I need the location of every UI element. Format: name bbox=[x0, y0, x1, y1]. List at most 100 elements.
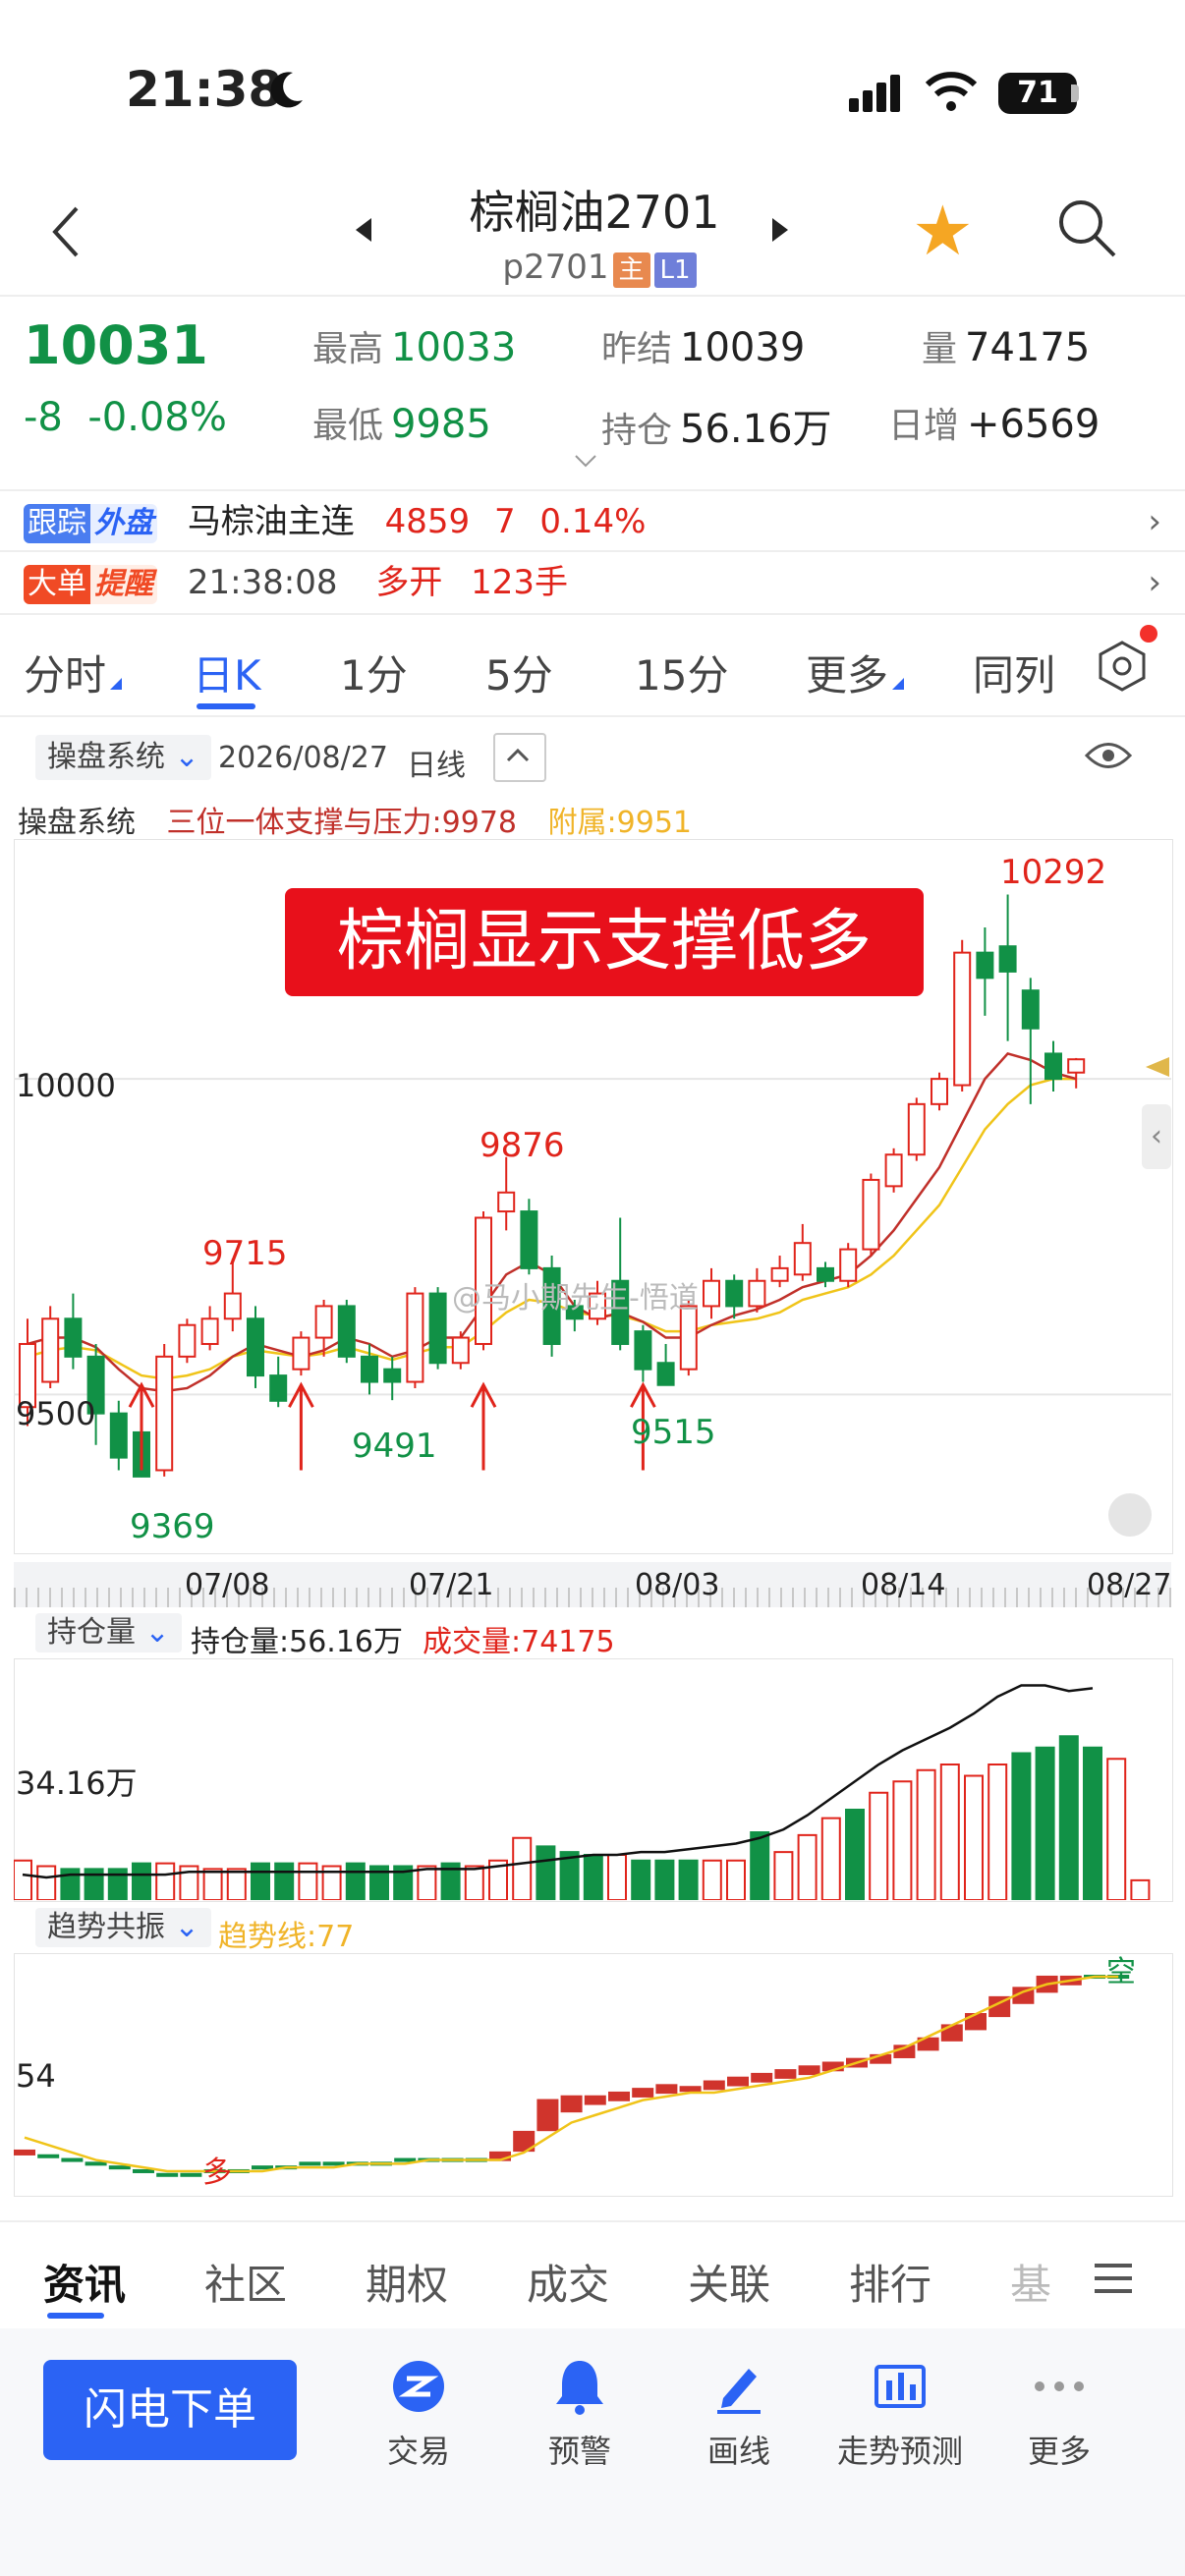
trend-bar bbox=[655, 2084, 678, 2095]
back-arrow-icon[interactable] bbox=[47, 202, 86, 261]
next-contract-arrow[interactable] bbox=[772, 218, 788, 242]
volume-bar bbox=[1083, 1746, 1102, 1900]
trend-bar bbox=[632, 2088, 654, 2098]
volume-bar bbox=[750, 1831, 770, 1900]
volume-bar bbox=[988, 1764, 1008, 1900]
tab-fundamentals[interactable]: 基 bbox=[1010, 2252, 1051, 2312]
overseas-change: 7 bbox=[493, 502, 516, 541]
annotation-9369: 9369 bbox=[130, 1507, 215, 1546]
candle-body bbox=[770, 1266, 789, 1282]
volume-bar bbox=[298, 1862, 318, 1900]
trend-line-label: 趋势线:77 bbox=[218, 1920, 355, 1954]
settings-hexagon-icon[interactable] bbox=[1095, 639, 1150, 694]
trend-bar bbox=[940, 2024, 963, 2042]
tab-ranking[interactable]: 排行 bbox=[849, 2252, 931, 2312]
trend-bar bbox=[798, 2065, 820, 2076]
annotation-high-10292: 10292 bbox=[1000, 853, 1107, 892]
period-tabs: 分时 日K 1分 5分 15分 更多 同列 bbox=[0, 615, 1185, 713]
chart-period: 日线 bbox=[407, 749, 466, 783]
open-interest-chart[interactable] bbox=[14, 1658, 1171, 1900]
low-field: 最低 9985 bbox=[312, 402, 491, 447]
contract-title: 棕榈油2701 bbox=[469, 186, 720, 239]
volume-bar bbox=[916, 1768, 936, 1900]
candle-body bbox=[200, 1317, 219, 1345]
tab-options[interactable]: 期权 bbox=[366, 2252, 448, 2312]
trend-bar bbox=[156, 2172, 179, 2177]
tab-daily-k[interactable]: 日K bbox=[193, 643, 261, 702]
chart-book-icon bbox=[875, 2365, 926, 2408]
high-field: 最高 10033 bbox=[312, 325, 517, 370]
alert-qty: 123手 bbox=[471, 563, 569, 602]
volume-bar bbox=[536, 1845, 556, 1900]
caret-icon bbox=[110, 678, 123, 690]
tab-5min[interactable]: 5分 bbox=[485, 643, 553, 702]
reset-zoom-icon[interactable] bbox=[1108, 1493, 1152, 1537]
tab-same-list[interactable]: 同列 bbox=[973, 643, 1055, 702]
trade-button[interactable]: 交易 bbox=[340, 2354, 497, 2472]
draw-line-button[interactable]: 画线 bbox=[660, 2354, 818, 2472]
volume-bar bbox=[14, 1859, 32, 1900]
more-button[interactable]: 更多 bbox=[981, 2354, 1138, 2472]
candle-body bbox=[247, 1317, 264, 1377]
side-expand-handle[interactable]: ‹ bbox=[1142, 1104, 1171, 1169]
notification-dot bbox=[1140, 625, 1157, 643]
trend-forecast-button[interactable]: 走势预测 bbox=[821, 2354, 979, 2472]
quick-order-button[interactable]: 闪电下单 bbox=[43, 2360, 297, 2460]
annotation-9515: 9515 bbox=[631, 1413, 716, 1452]
volume-bar bbox=[583, 1854, 603, 1900]
tab-community[interactable]: 社区 bbox=[204, 2252, 287, 2312]
candle-body bbox=[428, 1292, 447, 1365]
tab-intraday[interactable]: 分时 bbox=[24, 643, 123, 702]
annotation-9491: 9491 bbox=[352, 1427, 437, 1466]
volume-bar bbox=[702, 1859, 722, 1900]
annotation-9715: 9715 bbox=[202, 1234, 288, 1273]
menu-icon[interactable] bbox=[1095, 2264, 1132, 2293]
tab-related[interactable]: 关联 bbox=[688, 2252, 770, 2312]
pen-icon bbox=[717, 2369, 761, 2414]
previous-contract-arrow[interactable] bbox=[356, 218, 371, 242]
tab-trades[interactable]: 成交 bbox=[527, 2252, 609, 2312]
trend-bar bbox=[536, 2099, 559, 2132]
volume-bar bbox=[274, 1862, 295, 1900]
eye-icon[interactable] bbox=[1085, 739, 1132, 772]
big-order-alert-row[interactable]: 大单 提醒 21:38:08 多开 123手 › bbox=[0, 552, 1185, 613]
expand-chevron-icon[interactable] bbox=[574, 454, 597, 468]
volume-bar bbox=[251, 1862, 270, 1900]
trend-bar bbox=[608, 2091, 630, 2101]
trend-bar bbox=[584, 2095, 606, 2105]
trend-bar bbox=[751, 2072, 773, 2083]
indicator-system-select[interactable]: 操盘系统 ⌄ bbox=[35, 735, 211, 780]
candle-body bbox=[953, 951, 972, 1087]
candle-body bbox=[725, 1279, 744, 1308]
oi-indicator-select[interactable]: 持仓量:56.16万持仓量 ⌄ bbox=[35, 1613, 182, 1652]
volume-bar bbox=[345, 1862, 366, 1900]
status-time: 21:38 bbox=[126, 61, 283, 118]
alert-button[interactable]: 预警 bbox=[501, 2354, 658, 2472]
active-tab-underline bbox=[197, 703, 255, 709]
favorite-star-icon[interactable]: ★ bbox=[912, 196, 974, 265]
candle-body bbox=[178, 1323, 197, 1358]
candle-body bbox=[520, 1210, 538, 1269]
x-label: 07/21 bbox=[409, 1568, 494, 1602]
candle-body bbox=[155, 1355, 174, 1472]
candle-body bbox=[223, 1292, 242, 1320]
volume-field: 量 74175 bbox=[922, 325, 1091, 370]
search-icon[interactable] bbox=[1055, 196, 1118, 259]
volume-bar bbox=[607, 1854, 627, 1900]
trend-indicator-select[interactable]: 趋势共振 ⌄ bbox=[35, 1908, 211, 1947]
collapse-button[interactable] bbox=[493, 733, 546, 782]
candle-body bbox=[839, 1248, 858, 1282]
x-label: 08/27 bbox=[1087, 1568, 1172, 1602]
tab-15min[interactable]: 15分 bbox=[635, 643, 728, 702]
candle-body bbox=[269, 1374, 288, 1402]
trend-resonance-chart[interactable] bbox=[14, 1953, 1171, 2195]
candle-body bbox=[1021, 989, 1040, 1030]
tab-1min[interactable]: 1分 bbox=[340, 643, 408, 702]
battery-tip bbox=[1071, 84, 1079, 102]
overseas-change-pct: 0.14% bbox=[539, 502, 647, 541]
x-label: 08/14 bbox=[861, 1568, 946, 1602]
overseas-ticker-row[interactable]: 跟踪 外盘 马棕油主连 4859 7 0.14% › bbox=[0, 491, 1185, 552]
caret-icon bbox=[892, 678, 905, 690]
tab-more[interactable]: 更多 bbox=[806, 643, 905, 702]
tab-news[interactable]: 资讯 bbox=[43, 2252, 126, 2312]
